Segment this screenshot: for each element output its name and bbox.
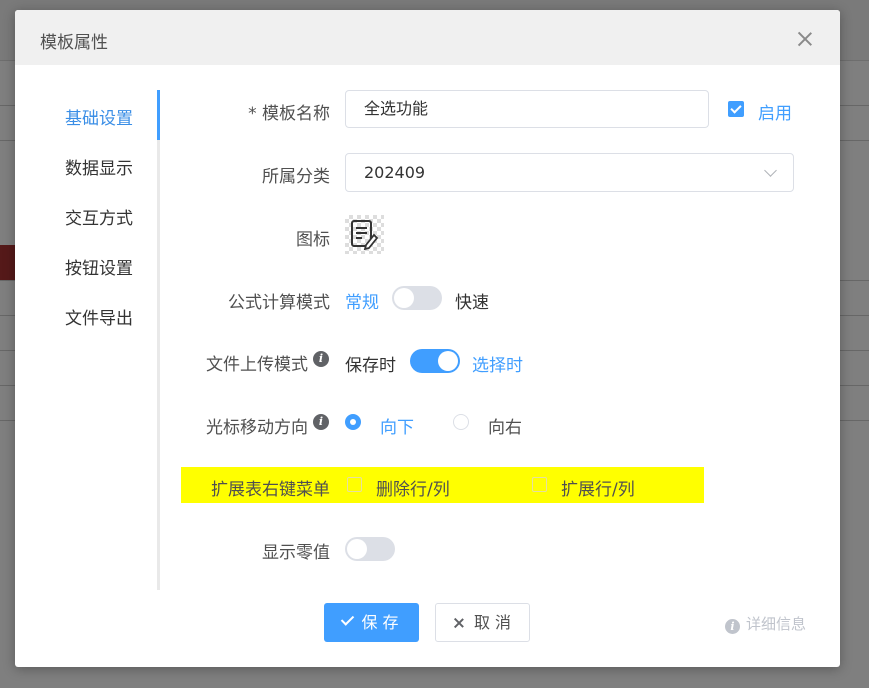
icon-picker[interactable] bbox=[345, 215, 384, 254]
upload-on-save-label[interactable]: 保存时 bbox=[345, 351, 396, 376]
switch-knob bbox=[438, 351, 458, 371]
expand-row-col-label[interactable]: 扩展行/列 bbox=[561, 475, 635, 500]
cursor-down-label[interactable]: 向下 bbox=[380, 413, 414, 438]
chevron-down-icon bbox=[764, 164, 777, 177]
nav-item-button-settings[interactable]: 按钮设置 bbox=[65, 254, 133, 279]
cursor-direction-label: 光标移动方向 bbox=[206, 418, 308, 438]
formula-fast-label[interactable]: 快速 bbox=[455, 288, 489, 313]
cancel-button[interactable]: 取 消 bbox=[435, 603, 530, 642]
cursor-right-radio[interactable] bbox=[453, 414, 469, 430]
save-label: 保 存 bbox=[361, 613, 399, 632]
formula-normal-label[interactable]: 常规 bbox=[345, 288, 379, 313]
category-select[interactable]: 202409 bbox=[345, 153, 794, 192]
show-zero-label: 显示零值 bbox=[262, 543, 330, 563]
close-icon bbox=[454, 618, 464, 628]
template-properties-dialog: 模板属性 基础设置 数据显示 交互方式 按钮设置 文件导出 * 模板名称 全选功… bbox=[15, 10, 840, 667]
check-icon bbox=[341, 612, 355, 626]
category-label: 所属分类 bbox=[262, 167, 330, 187]
dialog-title: 模板属性 bbox=[40, 33, 108, 53]
upload-mode-label: 文件上传模式 bbox=[206, 355, 308, 375]
expand-row-col-checkbox[interactable] bbox=[532, 477, 547, 492]
switch-knob bbox=[394, 288, 414, 308]
cancel-label: 取 消 bbox=[473, 613, 512, 632]
formula-mode-label: 公式计算模式 bbox=[228, 293, 330, 313]
details-label: 详细信息 bbox=[746, 615, 807, 633]
dialog-header: 模板属性 bbox=[15, 10, 840, 65]
category-value: 202409 bbox=[364, 163, 426, 182]
enable-checkbox[interactable] bbox=[728, 101, 744, 117]
info-icon: i bbox=[725, 619, 740, 634]
context-menu-label: 扩展表右键菜单 bbox=[211, 480, 330, 500]
edit-document-icon bbox=[351, 220, 379, 251]
upload-mode-switch[interactable] bbox=[410, 349, 460, 373]
enable-label[interactable]: 启用 bbox=[758, 99, 792, 124]
formula-mode-switch[interactable] bbox=[392, 286, 442, 310]
delete-row-col-label[interactable]: 删除行/列 bbox=[376, 475, 450, 500]
template-name-input[interactable]: 全选功能 bbox=[345, 90, 709, 128]
save-button[interactable]: 保 存 bbox=[324, 603, 419, 642]
show-zero-switch[interactable] bbox=[345, 537, 395, 561]
upload-on-select-label[interactable]: 选择时 bbox=[472, 351, 523, 376]
info-icon[interactable]: i bbox=[313, 414, 329, 430]
details-link[interactable]: i 详细信息 bbox=[725, 613, 806, 634]
cursor-right-label[interactable]: 向右 bbox=[488, 413, 522, 438]
template-name-label: * 模板名称 bbox=[248, 104, 330, 124]
delete-row-col-checkbox[interactable] bbox=[347, 477, 362, 492]
close-icon[interactable] bbox=[798, 32, 812, 46]
switch-knob bbox=[347, 539, 367, 559]
cursor-down-radio[interactable] bbox=[345, 414, 361, 430]
icon-label: 图标 bbox=[296, 230, 330, 250]
info-icon[interactable]: i bbox=[313, 351, 329, 367]
